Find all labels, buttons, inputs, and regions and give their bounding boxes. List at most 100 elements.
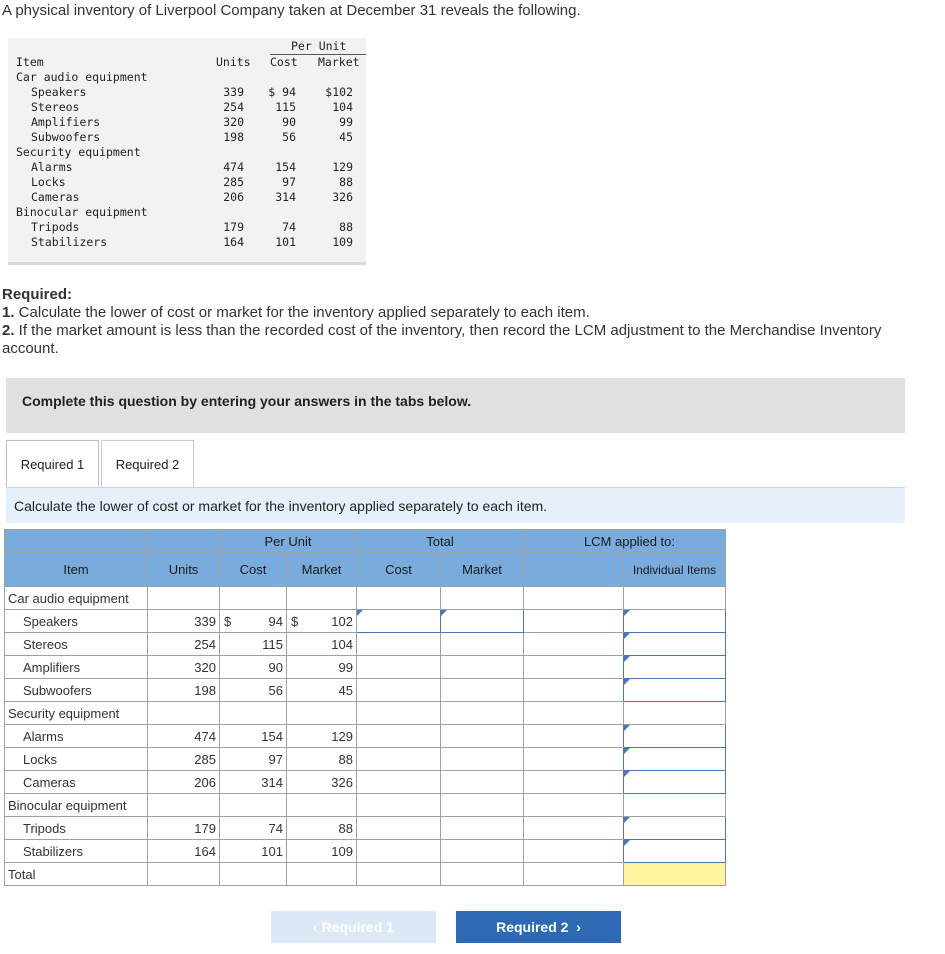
src-units: 285 <box>223 175 244 189</box>
required-heading: Required: <box>2 286 73 303</box>
cell-empty <box>247 701 287 725</box>
total-cost-cell <box>356 816 441 840</box>
currency-symbol: $ <box>286 609 315 633</box>
lcm-answer-table: Per Unit Total LCM applied to: Item Unit… <box>4 529 726 886</box>
src-cost: 90 <box>282 115 296 129</box>
lcm-individual-field[interactable] <box>624 656 725 678</box>
market-value: 88 <box>314 816 357 840</box>
total-market-field[interactable] <box>441 610 523 632</box>
src-units: 164 <box>223 235 244 249</box>
lcm-individual-input[interactable] <box>623 609 726 633</box>
currency-symbol <box>286 655 315 679</box>
next-required-2-button[interactable]: Required 2 › <box>456 911 621 943</box>
tab-required-1[interactable]: Required 1 <box>6 440 99 487</box>
src-cost: $ 94 <box>268 85 296 99</box>
chevron-right-icon: › <box>568 919 581 935</box>
cell-empty <box>523 793 624 817</box>
units-value: 179 <box>147 816 220 840</box>
cell-empty <box>623 586 726 610</box>
currency-symbol <box>219 632 248 656</box>
lcm-individual-field[interactable] <box>624 817 725 839</box>
total-market-cell <box>440 678 524 702</box>
currency-symbol <box>219 839 248 863</box>
src-cost: 115 <box>275 100 296 114</box>
src-units: 198 <box>223 130 244 144</box>
lcm-individual-input[interactable] <box>623 770 726 794</box>
cost-value: 101 <box>247 839 287 863</box>
market-value: 129 <box>314 724 357 748</box>
header-blank <box>147 529 220 553</box>
cost-value: 56 <box>247 678 287 702</box>
lcm-individual-input[interactable] <box>623 632 726 656</box>
cell-empty <box>356 793 441 817</box>
lcm-individual-input[interactable] <box>623 839 726 863</box>
item-label: Stereos <box>4 632 148 656</box>
lcm-individual-field[interactable] <box>624 748 725 770</box>
currency-symbol <box>286 770 315 794</box>
market-value: 104 <box>314 632 357 656</box>
src-units: 339 <box>223 85 244 99</box>
cost-value: 94 <box>247 609 287 633</box>
item-label: Stabilizers <box>4 839 148 863</box>
cell-empty <box>523 770 624 794</box>
cell-empty <box>523 816 624 840</box>
src-units: 206 <box>223 190 244 204</box>
total-cost-cell <box>356 632 441 656</box>
currency-symbol <box>219 747 248 771</box>
cell-empty <box>219 586 248 610</box>
total-market-sum <box>440 862 524 886</box>
cell-empty <box>314 793 357 817</box>
banner-text: Complete this question by entering your … <box>22 393 472 409</box>
item-label: Tripods <box>4 816 148 840</box>
cell-empty <box>523 609 624 633</box>
units-value: 474 <box>147 724 220 748</box>
table-group-row: Binocular equipment <box>4 793 726 817</box>
item-label: Locks <box>4 747 148 771</box>
lcm-individual-field[interactable] <box>624 771 725 793</box>
tab-required-2[interactable]: Required 2 <box>101 440 194 487</box>
market-value: 99 <box>314 655 357 679</box>
required-2-text: If the market amount is less than the re… <box>2 322 882 357</box>
prev-required-1-button[interactable]: ‹ Required 1 <box>271 911 436 943</box>
src-item-label: Stereos <box>31 100 80 114</box>
lcm-individual-field[interactable] <box>624 725 725 747</box>
required-2-number: 2. <box>2 322 15 339</box>
src-cost: 314 <box>275 190 296 204</box>
cost-value: 97 <box>247 747 287 771</box>
lcm-individual-field[interactable] <box>624 679 725 701</box>
lcm-individual-input[interactable] <box>623 816 726 840</box>
total-cost-cell <box>356 770 441 794</box>
header-blank <box>4 529 148 553</box>
lcm-individual-field[interactable] <box>624 840 725 862</box>
lcm-individual-field[interactable] <box>624 610 725 632</box>
header-total-market: Market <box>440 552 524 587</box>
src-item-label: Locks <box>31 175 66 189</box>
table-row: Speakers 339 $94 $102 <box>4 609 726 633</box>
lcm-individual-input[interactable] <box>623 655 726 679</box>
src-market: 45 <box>339 130 353 144</box>
lcm-individual-input[interactable] <box>623 724 726 748</box>
lcm-individual-field[interactable] <box>624 633 725 655</box>
total-market-input[interactable] <box>440 609 524 633</box>
table-row: Stereos 254 115 104 <box>4 632 726 656</box>
cost-value: 90 <box>247 655 287 679</box>
currency-symbol <box>286 747 315 771</box>
next-button-label: Required 2 <box>496 919 569 935</box>
lcm-individual-input[interactable] <box>623 747 726 771</box>
total-cost-cell <box>356 724 441 748</box>
cell-empty <box>219 793 248 817</box>
group-label: Security equipment <box>4 701 148 725</box>
cost-value: 74 <box>247 816 287 840</box>
total-cost-input[interactable] <box>356 609 441 633</box>
currency-symbol <box>286 678 315 702</box>
total-cost-field[interactable] <box>357 610 440 632</box>
market-value: 326 <box>314 770 357 794</box>
total-cost-sum <box>356 862 441 886</box>
total-market-cell <box>440 655 524 679</box>
src-cost: 154 <box>275 160 296 174</box>
lcm-individual-input[interactable] <box>623 678 726 702</box>
table-row: Locks 285 97 88 <box>4 747 726 771</box>
cell-empty <box>356 586 441 610</box>
cell-empty <box>286 586 315 610</box>
units-value: 206 <box>147 770 220 794</box>
